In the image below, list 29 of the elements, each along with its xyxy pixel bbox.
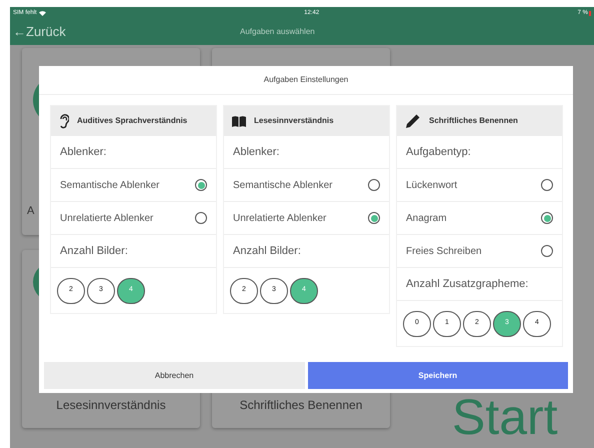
card-label: A bbox=[27, 204, 34, 218]
radio-option[interactable]: Freies Schreiben bbox=[397, 235, 562, 268]
section-heading: Anzahl Zusatzgrapheme: bbox=[406, 276, 528, 292]
panel-title: Schriftliches Benennen bbox=[429, 115, 518, 127]
radio-option[interactable]: Lückenwort bbox=[397, 169, 562, 202]
nav-title: Aufgaben auswählen bbox=[240, 26, 315, 38]
back-button[interactable]: ←Zurück bbox=[10, 22, 66, 42]
card-label: Schriftliches Benennen bbox=[240, 397, 362, 414]
radio-option[interactable]: Semantische Ablenker bbox=[224, 169, 389, 202]
section-heading: Anzahl Bilder: bbox=[60, 244, 128, 259]
section-heading: Anzahl Bilder: bbox=[233, 244, 301, 259]
section-heading: Ablenker: bbox=[233, 144, 280, 160]
book-icon bbox=[232, 116, 246, 126]
card-label: Lesesinnverständnis bbox=[56, 397, 166, 414]
panel-title: Lesesinnverständnis bbox=[254, 115, 334, 127]
radio-option[interactable]: Unrelatierte Ablenker bbox=[51, 202, 216, 235]
section-heading: Aufgabentyp: bbox=[406, 144, 471, 160]
pencil-icon bbox=[405, 113, 421, 129]
section-heading: Ablenker: bbox=[60, 144, 106, 160]
battery-icon bbox=[588, 10, 591, 16]
cancel-button[interactable]: Abbrechen bbox=[44, 362, 304, 389]
radio-option[interactable]: Semantische Ablenker bbox=[51, 169, 216, 202]
dialog-title: Aufgaben Einstellungen bbox=[264, 74, 348, 86]
radio-option[interactable]: Anagram bbox=[397, 202, 562, 235]
ear-icon bbox=[59, 114, 69, 128]
save-button[interactable]: Speichern bbox=[308, 362, 568, 389]
panel-title: Auditives Sprachverständnis bbox=[77, 115, 188, 127]
wifi-icon bbox=[38, 10, 46, 16]
radio-option[interactable]: Unrelatierte Ablenker bbox=[224, 202, 389, 235]
